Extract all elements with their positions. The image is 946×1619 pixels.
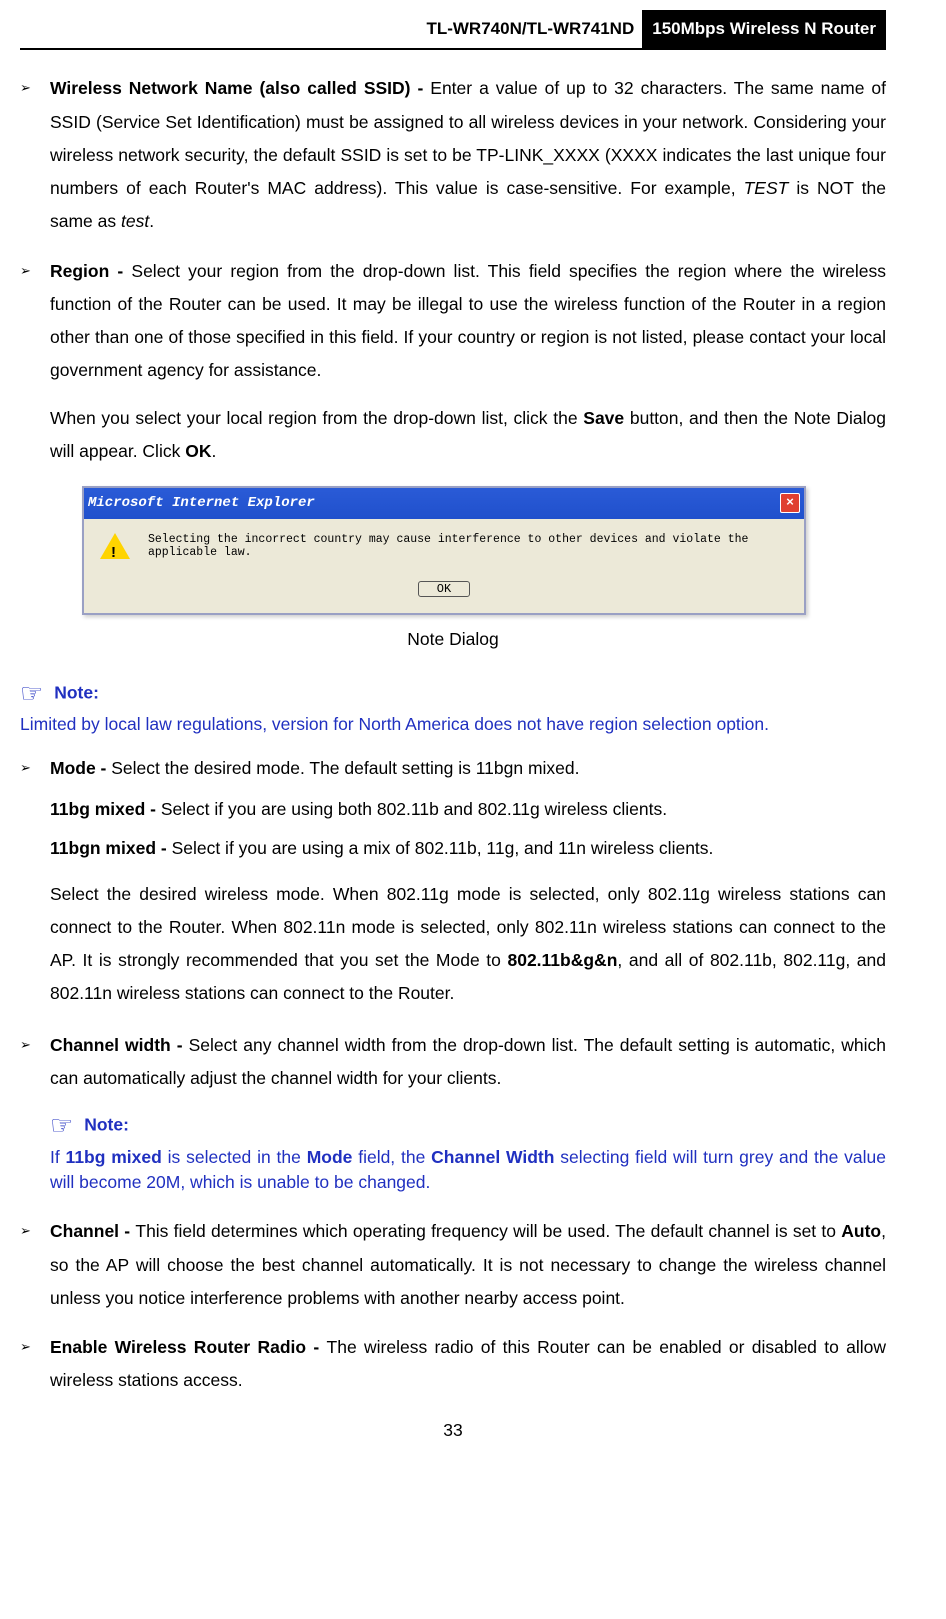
ssid-label: Wireless Network Name (also called SSID)… (50, 78, 430, 98)
note-label2: Note: (84, 1115, 129, 1135)
dialog-title-text: Microsoft Internet Explorer (88, 490, 315, 517)
mode-text: Select the desired mode. The default set… (111, 758, 579, 778)
mode-line2: 11bgn mixed - Select if you are using a … (50, 832, 886, 865)
dialog-content: Selecting the incorrect country may caus… (84, 519, 804, 567)
chwidth-note-head: ☞ Note: (50, 1107, 886, 1145)
ssid-body: Wireless Network Name (also called SSID)… (50, 72, 886, 238)
chwidth-note-text: If 11bg mixed is selected in the Mode fi… (50, 1145, 886, 1196)
mode-l2: Select if you are using a mix of 802.11b… (172, 838, 714, 858)
cn-b2: Mode (307, 1147, 353, 1167)
cn-b3: Channel Width (431, 1147, 554, 1167)
bullet-icon: ➢ (20, 1029, 50, 1200)
dialog-titlebar: Microsoft Internet Explorer × (84, 488, 804, 519)
note-dialog-figure: Microsoft Internet Explorer × Selecting … (82, 486, 886, 615)
cn-b: is selected in the (162, 1147, 307, 1167)
region-label: Region - (50, 261, 131, 281)
channel-ta: This field determines which operating fr… (135, 1221, 841, 1241)
ok-button[interactable]: OK (418, 581, 470, 597)
channel-label: Channel - (50, 1221, 135, 1241)
warning-icon (100, 533, 130, 559)
cn-a: If (50, 1147, 66, 1167)
region-p2c: . (211, 441, 216, 461)
bullet-icon: ➢ (20, 255, 50, 469)
region-para2: When you select your local region from t… (50, 402, 886, 469)
channel-body: Channel - This field determines which op… (50, 1215, 886, 1315)
dialog-window: Microsoft Internet Explorer × Selecting … (82, 486, 806, 615)
item-radio: ➢ Enable Wireless Router Radio - The wir… (20, 1331, 886, 1398)
region-ok: OK (185, 441, 211, 461)
bullet-icon: ➢ (20, 752, 50, 785)
region-text: Select your region from the drop-down li… (50, 261, 886, 381)
mode-para: Select the desired wireless mode. When 8… (50, 878, 886, 1011)
item-ssid: ➢ Wireless Network Name (also called SSI… (20, 72, 886, 238)
chwidth-body: Channel width - Select any channel width… (50, 1029, 886, 1200)
chwidth-label: Channel width - (50, 1035, 189, 1055)
region-save: Save (583, 408, 624, 428)
note-block: ☞ Note: (20, 675, 886, 713)
mode-pb: 802.11b&g&n (507, 950, 617, 970)
mode-l2b: 11bgn mixed - (50, 838, 172, 858)
cn-c: field, the (352, 1147, 431, 1167)
mode-body: Mode - Select the desired mode. The defa… (50, 752, 886, 785)
note-label: Note: (54, 682, 99, 702)
note-text: Limited by local law regulations, versio… (20, 712, 886, 737)
page-number: 33 (20, 1414, 886, 1447)
dialog-button-row: OK (84, 566, 804, 613)
header-model: TL-WR740N/TL-WR741ND (20, 10, 642, 50)
note-hand-icon: ☞ (50, 1110, 73, 1140)
mode-l1b: 11bg mixed - (50, 799, 161, 819)
region-body: Region - Select your region from the dro… (50, 255, 886, 469)
header-product: 150Mbps Wireless N Router (642, 10, 886, 50)
item-region: ➢ Region - Select your region from the d… (20, 255, 886, 469)
ssid-italic2: test (121, 211, 149, 231)
radio-label: Enable Wireless Router Radio - (50, 1337, 327, 1357)
ssid-italic1: TEST (744, 178, 789, 198)
dialog-message: Selecting the incorrect country may caus… (148, 533, 792, 561)
mode-l1: Select if you are using both 802.11b and… (161, 799, 667, 819)
dialog-caption: Note Dialog (20, 623, 886, 656)
page-header: TL-WR740N/TL-WR741ND 150Mbps Wireless N … (20, 10, 886, 50)
ssid-end: . (149, 211, 154, 231)
item-channel: ➢ Channel - This field determines which … (20, 1215, 886, 1315)
close-icon[interactable]: × (780, 493, 800, 513)
channel-auto: Auto (841, 1221, 881, 1241)
radio-body: Enable Wireless Router Radio - The wirel… (50, 1331, 886, 1398)
item-mode: ➢ Mode - Select the desired mode. The de… (20, 752, 886, 785)
note-hand-icon: ☞ (20, 678, 43, 708)
mode-line1: 11bg mixed - Select if you are using bot… (50, 793, 886, 826)
bullet-icon: ➢ (20, 1331, 50, 1398)
item-chwidth: ➢ Channel width - Select any channel wid… (20, 1029, 886, 1200)
cn-b1: 11bg mixed (66, 1147, 162, 1167)
bullet-icon: ➢ (20, 72, 50, 238)
bullet-icon: ➢ (20, 1215, 50, 1315)
mode-label: Mode - (50, 758, 111, 778)
region-p2a: When you select your local region from t… (50, 408, 583, 428)
